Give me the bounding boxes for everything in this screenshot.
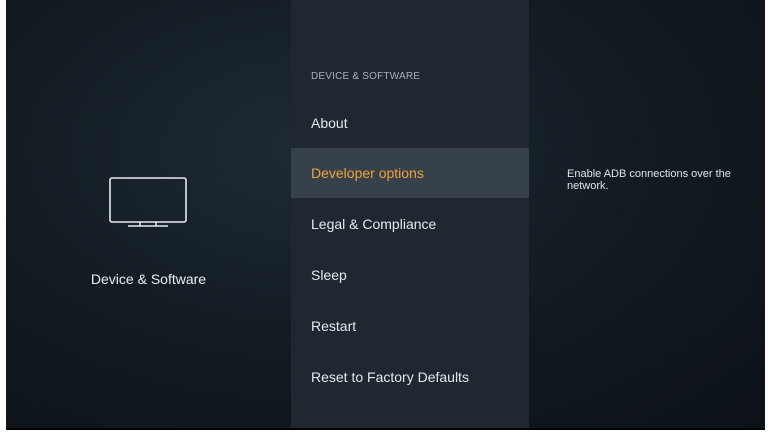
category-title: Device & Software [90,271,207,287]
menu-item-reset-factory-defaults[interactable]: Reset to Factory Defaults [291,352,529,402]
menu-item-about[interactable]: About [291,98,529,148]
menu-item-sleep[interactable]: Sleep [291,250,529,300]
menu-header: DEVICE & SOFTWARE [311,71,421,82]
menu-item-restart[interactable]: Restart [291,301,529,351]
menu-item-developer-options[interactable]: Developer options [291,148,529,198]
description-panel: Enable ADB connections over the network. [529,0,765,428]
option-description: Enable ADB connections over the network. [567,168,731,192]
bottom-divider [6,428,765,430]
menu-item-legal-compliance[interactable]: Legal & Compliance [291,199,529,249]
category-panel: Device & Software [6,0,291,428]
settings-menu: DEVICE & SOFTWARE About Developer option… [291,0,529,428]
tv-monitor-icon [109,177,187,227]
settings-screen: Device & Software DEVICE & SOFTWARE Abou… [6,0,765,428]
